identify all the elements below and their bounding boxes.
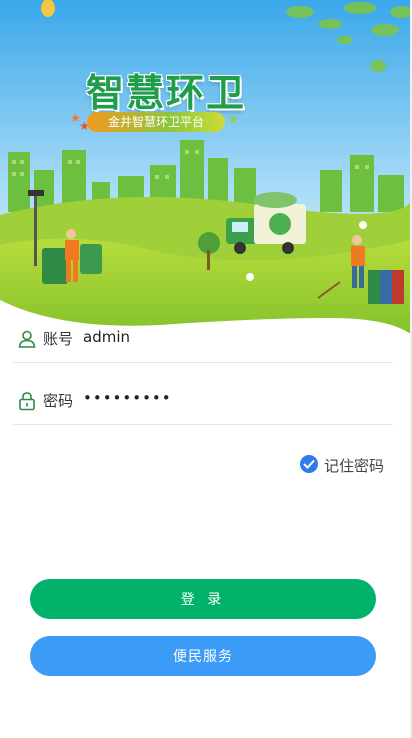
password-input[interactable]: ••••••••• — [83, 389, 172, 407]
lock-icon — [19, 392, 35, 411]
city-illustration — [0, 0, 412, 345]
hero-banner: 智慧环卫 ★ ★ ★ 金井智慧环卫平台 — [0, 0, 412, 345]
password-label: 密码 — [43, 392, 74, 410]
app-title: 智慧环卫 — [86, 71, 247, 115]
login-button[interactable]: 登 录 — [30, 579, 376, 619]
account-field[interactable]: 账号 admin — [13, 314, 393, 363]
public-service-button[interactable]: 便民服务 — [30, 636, 376, 676]
star-icon: ★ — [228, 112, 239, 126]
app-subtitle: 金井智慧环卫平台 — [87, 112, 225, 132]
password-field[interactable]: 密码 ••••••••• — [13, 376, 393, 425]
account-input[interactable]: admin — [83, 328, 130, 346]
remember-password-label: 记住密码 — [324, 457, 385, 475]
user-icon — [18, 330, 36, 348]
checkbox-checked-icon[interactable] — [300, 455, 318, 473]
remember-password-checkbox[interactable]: 记住密码 — [300, 454, 392, 475]
account-label: 账号 — [43, 330, 74, 348]
